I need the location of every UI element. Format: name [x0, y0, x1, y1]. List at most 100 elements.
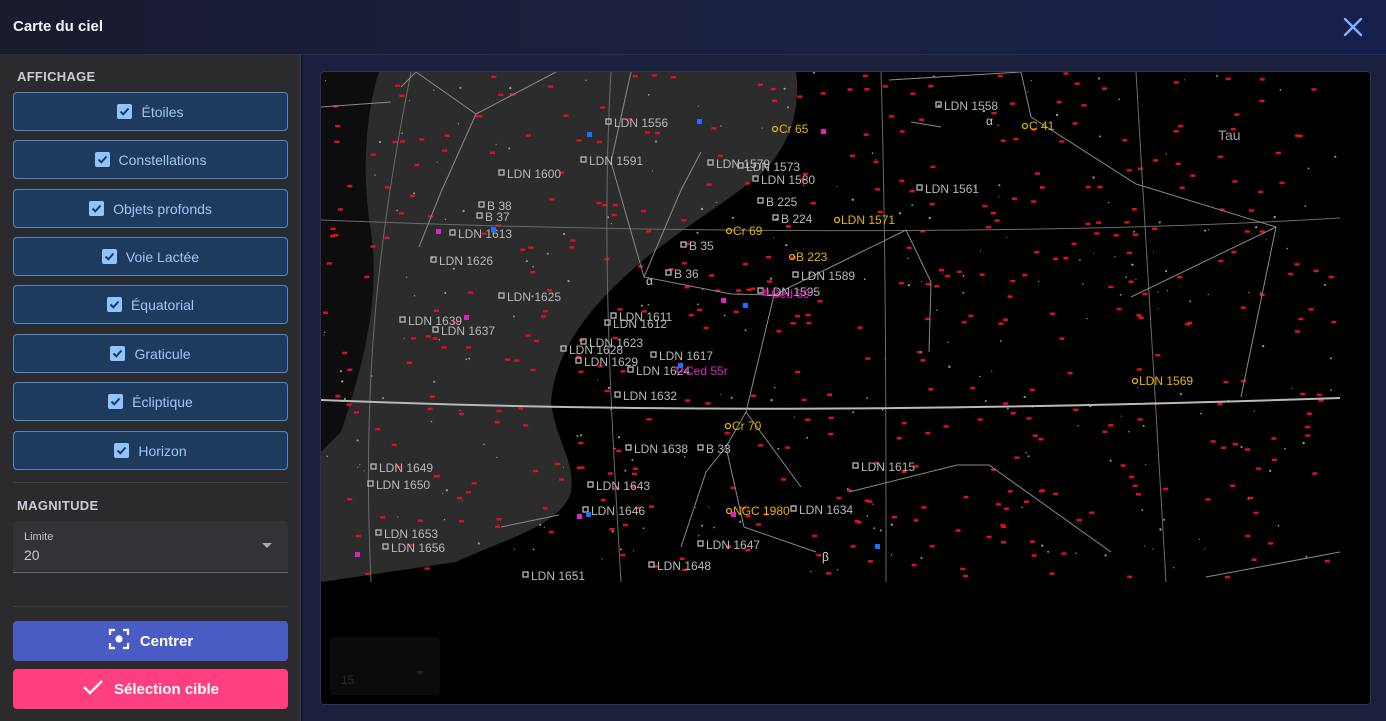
magnitude-limit-select[interactable]: Limite 20 — [13, 521, 288, 573]
star-marker — [540, 315, 546, 318]
deep-sky-object-label[interactable]: Ced 59 — [771, 287, 810, 301]
center-button-label: Centrer — [139, 632, 194, 650]
star-marker — [548, 530, 554, 534]
star-marker — [392, 140, 398, 144]
deep-sky-object-label[interactable]: LDN 1615 — [861, 460, 915, 474]
faint-star — [401, 132, 403, 134]
deep-sky-object-label[interactable]: LDN 1571 — [841, 213, 895, 227]
star-marker — [559, 478, 565, 481]
deep-sky-object-label[interactable]: B 224 — [781, 212, 813, 226]
star-marker — [523, 424, 529, 427]
star-marker — [1133, 233, 1138, 236]
deep-sky-object-label[interactable]: NGC 1980 — [733, 504, 790, 518]
faint-star — [619, 548, 622, 551]
object-dot — [586, 512, 591, 517]
deep-sky-object-label[interactable]: Cr 69 — [733, 224, 763, 238]
toggle-label: Voie Lactée — [125, 248, 200, 265]
deep-sky-object-label[interactable]: B 225 — [766, 195, 798, 209]
deep-sky-object-label[interactable]: C 41 — [1029, 119, 1055, 133]
deep-sky-object-label[interactable]: LDN 1653 — [384, 527, 438, 541]
star-marker — [399, 94, 405, 98]
dialog-title: Carte du ciel — [13, 18, 104, 35]
faint-star — [647, 94, 650, 96]
deep-sky-object-label[interactable]: LDN 1589 — [801, 269, 855, 283]
deep-sky-object-label[interactable]: B 33 — [706, 442, 731, 456]
star-marker — [1059, 337, 1065, 340]
faint-star — [539, 523, 542, 526]
deep-sky-object-label[interactable]: LDN 1651 — [531, 569, 585, 582]
faint-star — [777, 447, 780, 450]
star-marker — [632, 74, 638, 78]
toggle-ecliptic[interactable]: Écliptique — [13, 382, 288, 421]
deep-sky-object-label[interactable]: LDN 1617 — [659, 349, 713, 363]
deep-sky-object-label[interactable]: LDN 1600 — [507, 167, 561, 181]
faint-star — [948, 365, 951, 368]
faint-star — [1118, 98, 1120, 101]
deep-sky-object-label[interactable]: Cr 65 — [779, 122, 809, 136]
deep-sky-object-label[interactable]: Cr 70 — [732, 419, 762, 433]
sky-map[interactable]: LDN 1558 C 41 LDN 1556 Cr 65 LDN 1591 LDN 160… — [321, 72, 1340, 582]
toggle-milky-way[interactable]: Voie Lactée — [13, 237, 288, 276]
deep-sky-object-label[interactable]: LDN 1561 — [925, 182, 979, 196]
faint-star — [468, 357, 471, 360]
star-marker — [797, 95, 803, 98]
star-marker — [1225, 77, 1231, 81]
deep-sky-object-label[interactable]: B 37 — [485, 210, 510, 224]
star-marker — [400, 140, 405, 143]
deep-sky-object-label[interactable]: LDN 1649 — [379, 461, 433, 475]
deep-sky-object-label[interactable]: LDN 1638 — [634, 442, 688, 456]
toggle-deep-sky[interactable]: Objets profonds — [13, 189, 288, 228]
star-marker — [1024, 500, 1030, 503]
star-marker — [990, 211, 996, 215]
center-button[interactable]: Centrer — [13, 621, 288, 661]
star-marker — [1240, 379, 1246, 383]
toggle-graticule[interactable]: Graticule — [13, 334, 288, 373]
deep-sky-object-label[interactable]: LDN 1591 — [589, 154, 643, 168]
toggle-equatorial[interactable]: Équatorial — [13, 285, 288, 324]
star-marker — [578, 370, 584, 374]
toggle-horizon[interactable]: Horizon — [13, 431, 288, 470]
deep-sky-object-label[interactable]: LDN 1643 — [596, 479, 650, 493]
star-marker — [649, 505, 654, 508]
faint-star — [654, 140, 658, 143]
faint-star — [720, 125, 722, 127]
star-marker — [1029, 388, 1035, 392]
overlay-magnitude-select[interactable]: 15 — [330, 637, 440, 695]
deep-sky-object-label[interactable]: LDN 1632 — [623, 389, 677, 403]
deep-sky-object-label[interactable]: LDN 1650 — [376, 478, 430, 492]
star-marker — [1001, 525, 1007, 529]
select-target-button[interactable]: Sélection cible — [13, 669, 288, 709]
deep-sky-object-label[interactable]: Ced 55r — [685, 364, 728, 378]
deep-sky-object-label[interactable]: LDN 1580 — [761, 173, 815, 187]
star-label: β — [822, 550, 829, 564]
deep-sky-object-label[interactable]: LDN 1573 — [746, 160, 800, 174]
star-marker — [542, 309, 548, 313]
close-icon[interactable] — [1340, 14, 1366, 40]
deep-sky-object-label[interactable]: LDN 1648 — [657, 559, 711, 573]
deep-sky-object-label[interactable]: B 36 — [674, 267, 699, 281]
deep-sky-object-label[interactable]: LDN 1612 — [613, 317, 667, 331]
faint-star — [1027, 455, 1030, 458]
faint-star — [483, 443, 485, 446]
deep-sky-object-label[interactable]: LDN 1626 — [439, 254, 493, 268]
faint-star — [1006, 236, 1008, 238]
deep-sky-object-label[interactable]: LDN 1625 — [507, 290, 561, 304]
deep-sky-object-label[interactable]: LDN 1656 — [391, 541, 445, 555]
star-marker — [375, 427, 381, 431]
toggle-constellations[interactable]: Constellations — [13, 140, 288, 179]
deep-sky-object-label[interactable]: LDN 1558 — [944, 99, 998, 113]
star-marker — [620, 553, 626, 557]
faint-star — [979, 375, 981, 378]
deep-sky-object-label[interactable]: LDN 1569 — [1139, 374, 1193, 388]
deep-sky-object-label[interactable]: LDN 1556 — [614, 116, 668, 130]
star-marker — [494, 421, 500, 424]
deep-sky-object-label[interactable]: LDN 1647 — [706, 538, 760, 552]
deep-sky-object-label[interactable]: LDN 1646 — [591, 504, 645, 518]
toggle-stars[interactable]: Étoiles — [13, 92, 288, 131]
check-icon — [82, 678, 104, 700]
deep-sky-object-label[interactable]: LDN 1634 — [799, 503, 853, 517]
deep-sky-object-label[interactable]: LDN 1637 — [441, 324, 495, 338]
deep-sky-object-label[interactable]: LDN 1613 — [458, 227, 512, 241]
deep-sky-object-label[interactable]: B 35 — [689, 239, 714, 253]
deep-sky-object-label[interactable]: B 223 — [796, 250, 828, 264]
